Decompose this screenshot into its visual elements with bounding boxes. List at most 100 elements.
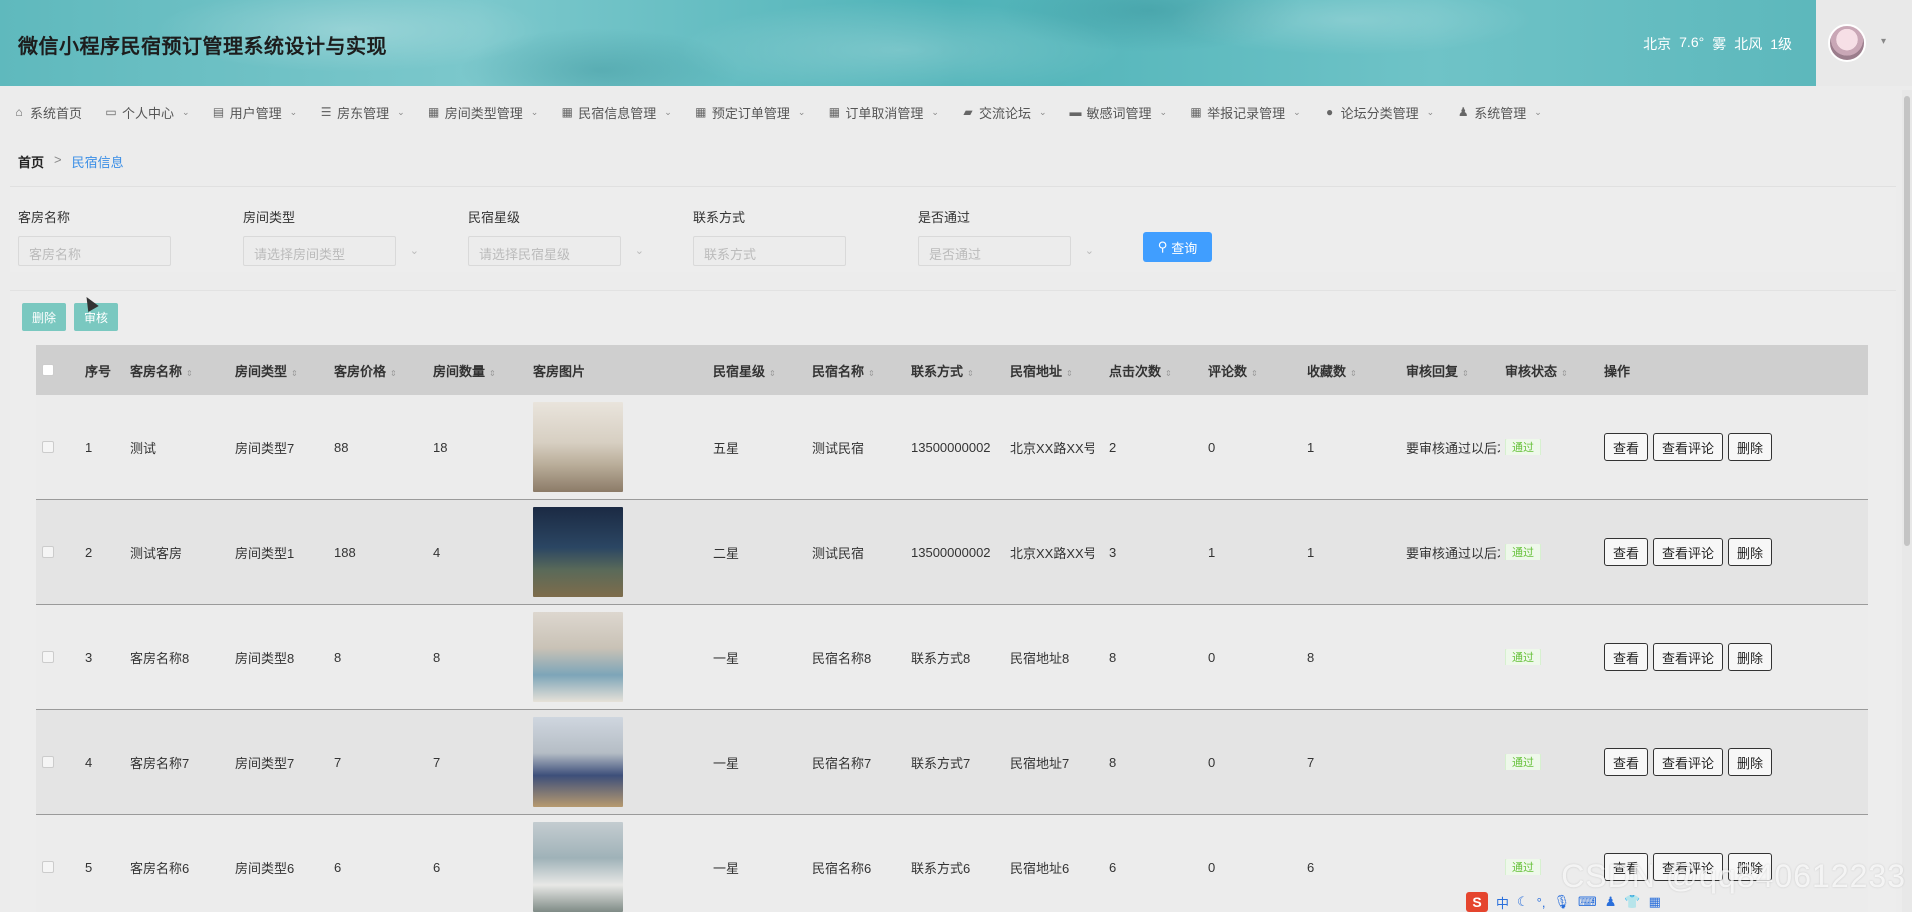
punctuation-icon[interactable]: °, — [1537, 895, 1546, 910]
cell-address: 北京XX路XX号 — [1010, 545, 1094, 561]
sort-icon: ⇕ — [1165, 368, 1172, 378]
table-row: 4 客房名称7 房间类型7 7 7 一星 民宿名称7 联系方式7 民宿地址7 8 0 7 通过 查看 查看评… — [36, 710, 1868, 815]
page-scrollbar[interactable] — [1902, 90, 1912, 912]
room-image[interactable] — [533, 822, 623, 912]
weather-wind: 北风 — [1734, 36, 1763, 52]
room-image[interactable] — [533, 717, 623, 807]
ime-language[interactable]: 中 — [1496, 893, 1509, 912]
row-checkbox[interactable] — [42, 441, 54, 453]
user-icon[interactable]: ♟ — [1605, 894, 1617, 910]
cell-room-name: 客房名称7 — [130, 755, 190, 771]
cell-room-name: 测试客房 — [130, 545, 183, 561]
room-name-input[interactable]: 客房名称 — [18, 236, 171, 266]
batch-delete-button[interactable]: 删除 — [22, 303, 66, 331]
header-comments[interactable]: 评论数 ⇕ — [1208, 361, 1258, 380]
grid-icon[interactable]: ▦ — [1649, 894, 1661, 910]
nav-item-9[interactable]: ▬ 敏感词管理 ⌄ — [1069, 103, 1168, 122]
header-address[interactable]: 民宿地址 ⇕ — [1010, 361, 1073, 380]
clipboard-icon: ▤ — [212, 105, 225, 119]
header-room-type[interactable]: 房间类型 ⇕ — [235, 361, 298, 380]
chevron-down-icon: ⌄ — [1534, 106, 1542, 117]
delete-button[interactable]: 删除 — [1728, 433, 1773, 461]
view-comments-button[interactable]: 查看评论 — [1653, 643, 1724, 671]
room-image[interactable] — [533, 612, 623, 702]
view-comments-button[interactable]: 查看评论 — [1653, 748, 1724, 776]
row-checkbox[interactable] — [42, 546, 54, 558]
chevron-down-icon: ⌄ — [409, 245, 419, 257]
scrollbar-thumb[interactable] — [1904, 96, 1910, 546]
shirt-icon[interactable]: 👕 — [1624, 894, 1640, 910]
star-label: 民宿星级 — [468, 210, 521, 225]
status-badge: 通过 — [1505, 439, 1541, 455]
header-star[interactable]: 民宿星级 ⇕ — [713, 361, 776, 380]
select-all-checkbox[interactable] — [42, 364, 54, 376]
passed-field: 是否通过 是否通过 ⌄ — [918, 207, 1094, 266]
header-bnb-name[interactable]: 民宿名称 ⇕ — [812, 361, 875, 380]
star-select[interactable]: 请选择民宿星级 ⌄ — [468, 236, 644, 266]
view-button[interactable]: 查看 — [1604, 643, 1649, 671]
contact-input[interactable]: 联系方式 — [693, 236, 846, 266]
view-button[interactable]: 查看 — [1604, 538, 1649, 566]
contact-label: 联系方式 — [693, 210, 746, 225]
header-status[interactable]: 审核状态 ⇕ — [1505, 361, 1568, 380]
microphone-icon[interactable]: 🎙 — [1553, 894, 1570, 910]
nav-item-11[interactable]: ● 论坛分类管理 ⌄ — [1323, 103, 1434, 122]
cell-index: 3 — [85, 649, 93, 665]
breadcrumb-separator: > — [54, 152, 62, 167]
chevron-down-icon: ⌄ — [1038, 106, 1047, 117]
header-favorites[interactable]: 收藏数 ⇕ — [1307, 361, 1357, 380]
avatar[interactable] — [1828, 24, 1866, 62]
nav-item-2[interactable]: ▤ 用户管理 ⌄ — [212, 103, 297, 122]
sogou-logo-icon[interactable]: S — [1466, 892, 1488, 912]
nav-item-6[interactable]: ▦ 预定订单管理 ⌄ — [694, 103, 805, 122]
nav-item-3[interactable]: ☰ 房东管理 ⌄ — [319, 103, 405, 122]
view-comments-button[interactable]: 查看评论 — [1653, 538, 1724, 566]
header-price[interactable]: 客房价格 ⇕ — [334, 361, 397, 380]
view-button[interactable]: 查看 — [1604, 748, 1649, 776]
moon-icon[interactable]: ☾ — [1517, 894, 1529, 910]
room-type-field: 房间类型 请选择房间类型 ⌄ — [243, 207, 419, 266]
nav-item-10[interactable]: ▦ 举报记录管理 ⌄ — [1189, 103, 1300, 122]
delete-button[interactable]: 删除 — [1728, 643, 1773, 671]
breadcrumb-home[interactable]: 首页 — [18, 152, 44, 171]
nav-item-1[interactable]: ▭ 个人中心 ⌄ — [104, 103, 189, 122]
cell-contact: 联系方式7 — [911, 755, 971, 771]
passed-select[interactable]: 是否通过 ⌄ — [918, 236, 1094, 266]
delete-button[interactable]: 删除 — [1728, 748, 1773, 776]
cell-comments: 0 — [1208, 754, 1216, 770]
row-checkbox[interactable] — [42, 756, 54, 768]
delete-button[interactable]: 删除 — [1728, 538, 1773, 566]
room-type-select[interactable]: 请选择房间类型 ⌄ — [243, 236, 419, 266]
query-label: 查询 — [1171, 240, 1198, 256]
room-type-label: 房间类型 — [243, 210, 296, 225]
view-button[interactable]: 查看 — [1604, 433, 1649, 461]
room-image[interactable] — [533, 402, 623, 492]
cell-count: 7 — [433, 754, 441, 770]
nav-item-4[interactable]: ▦ 房间类型管理 ⌄ — [427, 103, 538, 122]
nav-item-7[interactable]: ▦ 订单取消管理 ⌄ — [827, 103, 939, 122]
nav-item-5[interactable]: ▦ 民宿信息管理 ⌄ — [560, 103, 672, 122]
row-actions: 查看 查看评论 删除 — [1604, 643, 1777, 671]
header-clicks[interactable]: 点击次数 ⇕ — [1109, 361, 1172, 380]
row-checkbox[interactable] — [42, 651, 54, 663]
nav-item-8[interactable]: ▰ 交流论坛 ⌄ — [961, 103, 1047, 122]
view-comments-button[interactable]: 查看评论 — [1653, 433, 1724, 461]
nav-item-0[interactable]: ⌂ 系统首页 — [12, 103, 82, 122]
header-contact[interactable]: 联系方式 ⇕ — [911, 361, 974, 380]
chevron-down-icon[interactable]: ▾ — [1881, 36, 1886, 47]
cell-price: 7 — [334, 754, 342, 770]
breadcrumb-current: 民宿信息 — [71, 155, 124, 170]
cell-comments: 0 — [1208, 439, 1216, 455]
chevron-down-icon: ⌄ — [1159, 106, 1168, 117]
header-reply[interactable]: 审核回复 ⇕ — [1406, 361, 1469, 380]
room-image[interactable] — [533, 507, 623, 597]
weather-condition: 雾 — [1712, 36, 1727, 52]
header-count[interactable]: 房间数量 ⇕ — [433, 361, 496, 380]
keyboard-icon[interactable]: ⌨ — [1578, 894, 1597, 910]
query-button[interactable]: ⚲ 查询 — [1143, 232, 1212, 262]
nav-item-label: 论坛分类管理 — [1340, 105, 1419, 121]
row-checkbox[interactable] — [42, 861, 54, 873]
header-room-name[interactable]: 客房名称 ⇕ — [130, 361, 193, 380]
nav-item-label: 订单取消管理 — [845, 105, 924, 121]
nav-item-12[interactable]: ♟ 系统管理 ⌄ — [1456, 103, 1542, 122]
